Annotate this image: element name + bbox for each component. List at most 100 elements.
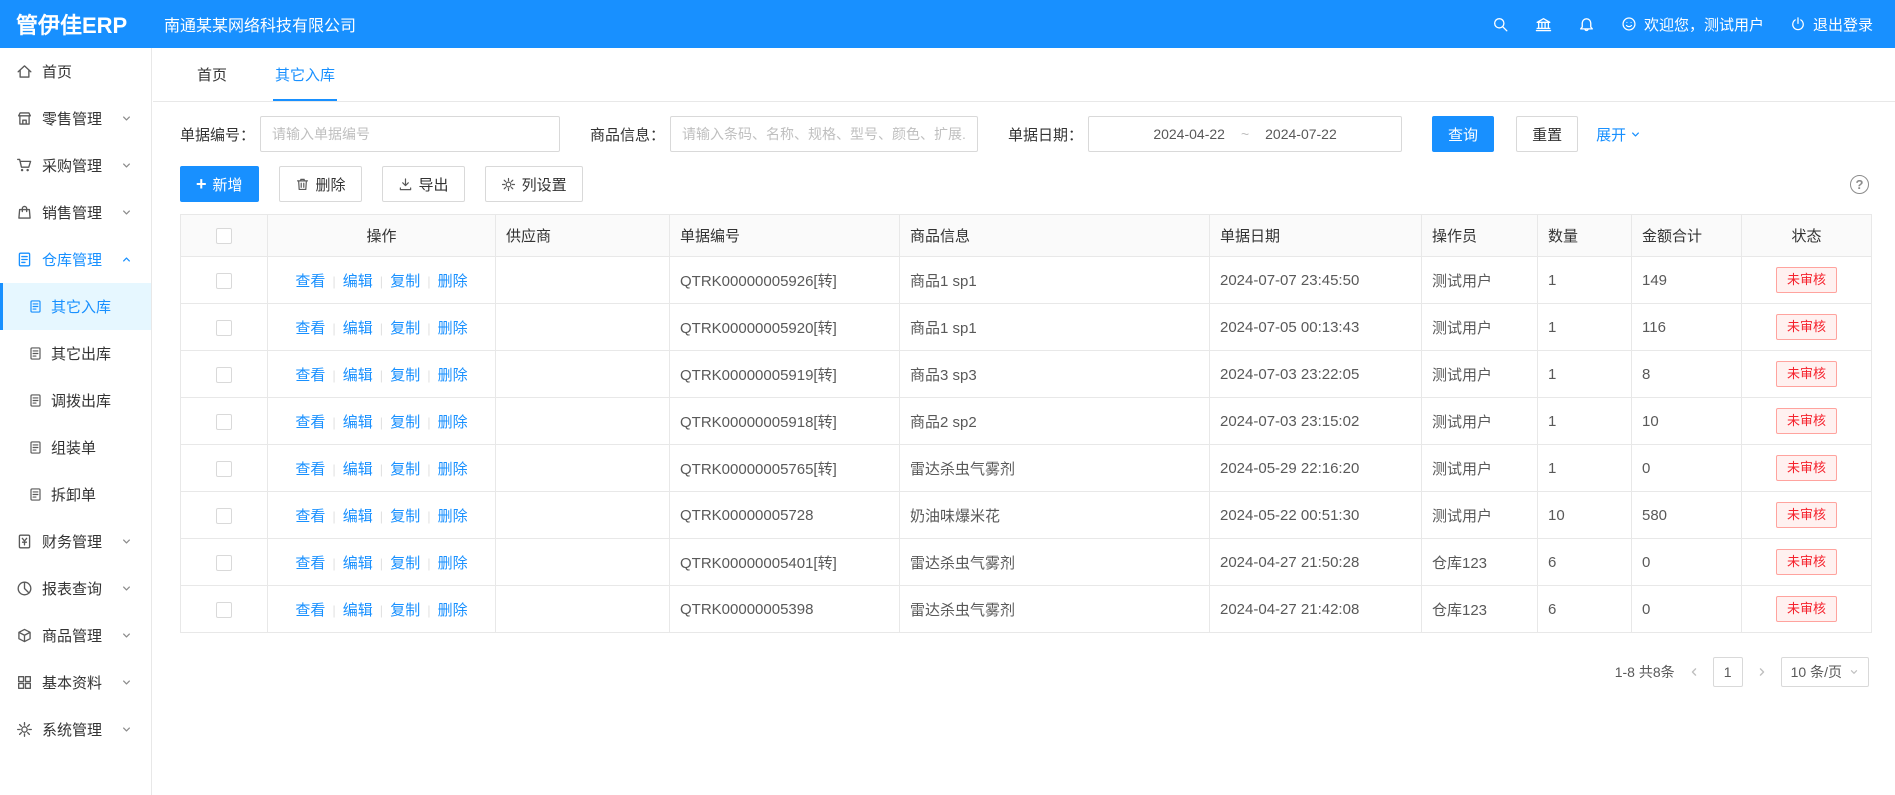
sidebar-item-7[interactable]: 商品管理	[0, 612, 151, 659]
row-action-2[interactable]: 复制	[390, 320, 420, 337]
row-action-0[interactable]: 查看	[295, 273, 325, 290]
sidebar-item-0[interactable]: 首页	[0, 48, 151, 95]
row-action-3[interactable]: 删除	[438, 508, 468, 525]
row-action-0[interactable]: 查看	[295, 508, 325, 525]
welcome-user[interactable]: 欢迎您，测试用户	[1621, 14, 1764, 35]
current-page-button[interactable]: 1	[1713, 657, 1743, 687]
logout-button[interactable]: 退出登录	[1790, 14, 1873, 35]
row-checkbox[interactable]	[216, 320, 232, 336]
sidebar-item-2[interactable]: 采购管理	[0, 142, 151, 189]
row-action-1[interactable]: 编辑	[343, 602, 373, 619]
row-action-1[interactable]: 编辑	[343, 461, 373, 478]
row-action-0[interactable]: 查看	[295, 414, 325, 431]
sidebar-item-6[interactable]: 报表查询	[0, 565, 151, 612]
bill-no-input[interactable]	[260, 116, 560, 152]
action-divider: |	[380, 415, 383, 430]
row-action-1[interactable]: 编辑	[343, 508, 373, 525]
row-action-0[interactable]: 查看	[295, 555, 325, 572]
row-action-0[interactable]: 查看	[295, 320, 325, 337]
column-settings-button[interactable]: 列设置	[485, 166, 583, 202]
cell-checkbox	[181, 351, 268, 398]
sidebar-item-4[interactable]: 仓库管理	[0, 236, 151, 283]
sidebar-subitem-4-4[interactable]: 拆卸单	[0, 471, 151, 518]
row-checkbox[interactable]	[216, 555, 232, 571]
cell-qty: 1	[1538, 445, 1632, 492]
row-action-1[interactable]: 编辑	[343, 273, 373, 290]
row-action-2[interactable]: 复制	[390, 555, 420, 572]
row-action-2[interactable]: 复制	[390, 461, 420, 478]
row-action-1[interactable]: 编辑	[343, 555, 373, 572]
sidebar-subitem-label: 组装单	[51, 437, 96, 458]
product-info-label: 商品信息：	[590, 124, 665, 145]
row-action-2[interactable]: 复制	[390, 273, 420, 290]
doc-icon	[28, 393, 43, 408]
report-icon	[16, 580, 33, 597]
sidebar-item-9[interactable]: 系统管理	[0, 706, 151, 753]
search-button[interactable]: 查询	[1432, 116, 1494, 152]
sidebar-item-1[interactable]: 零售管理	[0, 95, 151, 142]
row-action-0[interactable]: 查看	[295, 461, 325, 478]
row-action-1[interactable]: 编辑	[343, 367, 373, 384]
help-icon[interactable]: ?	[1850, 175, 1869, 194]
row-action-3[interactable]: 删除	[438, 602, 468, 619]
row-action-3[interactable]: 删除	[438, 461, 468, 478]
row-checkbox[interactable]	[216, 508, 232, 524]
date-to[interactable]: 2024-07-22	[1265, 126, 1337, 142]
cell-qty: 1	[1538, 398, 1632, 445]
row-checkbox[interactable]	[216, 414, 232, 430]
tab-0[interactable]: 首页	[195, 48, 229, 101]
row-checkbox[interactable]	[216, 273, 232, 289]
add-button[interactable]: + 新增	[180, 166, 259, 202]
cell-actions: 查看|编辑|复制|删除	[268, 351, 496, 398]
date-from[interactable]: 2024-04-22	[1153, 126, 1225, 142]
row-checkbox[interactable]	[216, 461, 232, 477]
row-action-3[interactable]: 删除	[438, 273, 468, 290]
table-body: 查看|编辑|复制|删除QTRK00000005926[转]商品1 sp12024…	[181, 257, 1872, 633]
export-button[interactable]: 导出	[382, 166, 465, 202]
delete-button[interactable]: 删除	[279, 166, 362, 202]
status-badge: 未审核	[1776, 549, 1837, 575]
row-action-2[interactable]: 复制	[390, 602, 420, 619]
cell-date: 2024-05-29 22:16:20	[1210, 445, 1422, 492]
chevron-right-icon[interactable]	[1756, 666, 1768, 678]
action-divider: |	[380, 509, 383, 524]
tab-1[interactable]: 其它入库	[273, 48, 337, 101]
row-checkbox[interactable]	[216, 602, 232, 618]
row-action-2[interactable]: 复制	[390, 508, 420, 525]
product-info-input[interactable]	[670, 116, 978, 152]
sidebar-subitem-4-2[interactable]: 调拨出库	[0, 377, 151, 424]
sidebar-item-5[interactable]: 财务管理	[0, 518, 151, 565]
basic-icon	[16, 674, 33, 691]
sidebar-subitem-4-1[interactable]: 其它出库	[0, 330, 151, 377]
bell-icon[interactable]	[1578, 16, 1595, 33]
row-action-1[interactable]: 编辑	[343, 414, 373, 431]
row-action-0[interactable]: 查看	[295, 367, 325, 384]
sidebar-item-3[interactable]: 销售管理	[0, 189, 151, 236]
row-action-0[interactable]: 查看	[295, 602, 325, 619]
sidebar-item-8[interactable]: 基本资料	[0, 659, 151, 706]
row-action-1[interactable]: 编辑	[343, 320, 373, 337]
select-all-checkbox[interactable]	[216, 228, 232, 244]
row-action-2[interactable]: 复制	[390, 367, 420, 384]
page-size-select[interactable]: 10 条/页	[1781, 657, 1869, 687]
app-logo: 管伊佳ERP	[0, 8, 152, 40]
search-icon[interactable]	[1492, 16, 1509, 33]
expand-link[interactable]: 展开	[1596, 124, 1641, 145]
bank-icon[interactable]	[1535, 16, 1552, 33]
reset-button[interactable]: 重置	[1516, 116, 1578, 152]
row-action-3[interactable]: 删除	[438, 555, 468, 572]
row-action-2[interactable]: 复制	[390, 414, 420, 431]
action-divider: |	[427, 321, 430, 336]
row-checkbox[interactable]	[216, 367, 232, 383]
row-action-3[interactable]: 删除	[438, 320, 468, 337]
cell-actions: 查看|编辑|复制|删除	[268, 398, 496, 445]
sidebar-subitem-4-3[interactable]: 组装单	[0, 424, 151, 471]
row-action-3[interactable]: 删除	[438, 367, 468, 384]
cell-product: 商品1 sp1	[900, 304, 1210, 351]
cell-supplier	[496, 398, 670, 445]
sidebar-subitem-4-0[interactable]: 其它入库	[0, 283, 151, 330]
table-row: 查看|编辑|复制|删除QTRK00000005918[转]商品2 sp22024…	[181, 398, 1872, 445]
row-action-3[interactable]: 删除	[438, 414, 468, 431]
date-range-picker[interactable]: 2024-04-22 ~ 2024-07-22	[1088, 116, 1402, 152]
chevron-left-icon[interactable]	[1688, 666, 1700, 678]
